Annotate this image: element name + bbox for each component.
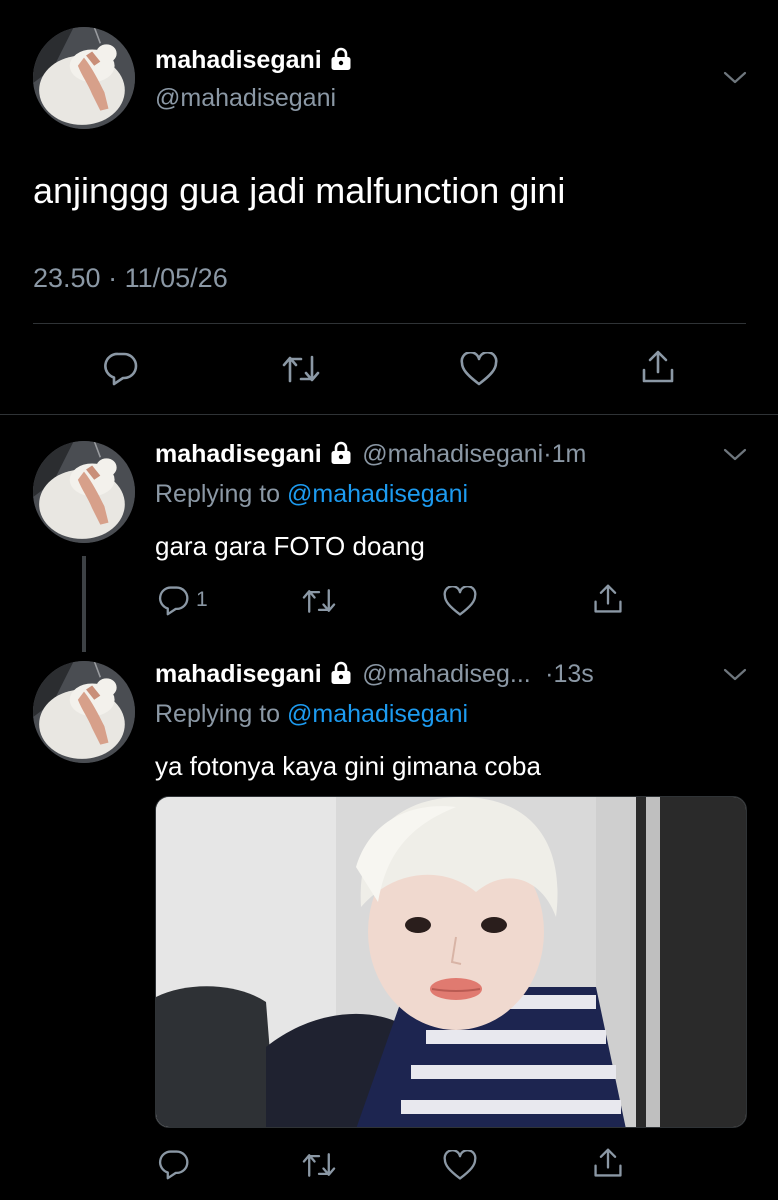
retweet-icon[interactable] bbox=[301, 585, 337, 617]
avatar[interactable] bbox=[33, 661, 135, 763]
reply-icon[interactable] bbox=[158, 1148, 190, 1180]
chevron-down-icon[interactable] bbox=[722, 447, 748, 463]
tweet-photo[interactable] bbox=[155, 796, 747, 1128]
mention-link[interactable]: @mahadisegani bbox=[287, 700, 468, 728]
timestamp-separator: · bbox=[108, 263, 118, 293]
reply-icon[interactable] bbox=[103, 350, 139, 386]
reply-header[interactable]: mahadisegani @mahadisegani·1m bbox=[155, 440, 586, 469]
replying-label: Replying to bbox=[155, 700, 281, 728]
chevron-down-icon[interactable] bbox=[722, 70, 748, 86]
time-separator: · bbox=[543, 440, 552, 468]
user-handle: @mahadiseg... bbox=[362, 660, 531, 688]
tweet-time: 23.50 bbox=[33, 263, 101, 293]
reply-text: ya fotonya kaya gini gimana coba bbox=[155, 751, 541, 781]
share-icon[interactable] bbox=[640, 348, 676, 386]
avatar-image bbox=[33, 661, 135, 763]
time-separator: · bbox=[545, 660, 554, 688]
lock-icon bbox=[330, 441, 352, 465]
tweet-timestamp[interactable]: 23.50 · 11/05/26 bbox=[33, 263, 228, 294]
share-icon[interactable] bbox=[592, 1146, 624, 1180]
lock-icon bbox=[330, 47, 352, 71]
reply-button[interactable]: 1 bbox=[158, 584, 208, 616]
retweet-icon[interactable] bbox=[301, 1149, 337, 1181]
share-icon[interactable] bbox=[592, 582, 624, 616]
like-icon[interactable] bbox=[442, 586, 478, 618]
tweet-text: anjinggg gua jadi malfunction gini bbox=[33, 170, 566, 211]
photo-image bbox=[156, 797, 747, 1128]
chevron-down-icon[interactable] bbox=[722, 667, 748, 683]
display-name-text: mahadisegani bbox=[155, 46, 322, 74]
display-name[interactable]: mahadisegani bbox=[155, 46, 352, 75]
display-name-text: mahadisegani bbox=[155, 440, 322, 468]
divider bbox=[0, 414, 778, 415]
reply-count: 1 bbox=[196, 588, 208, 611]
like-icon[interactable] bbox=[442, 1150, 478, 1182]
avatar[interactable] bbox=[33, 27, 135, 129]
reply-icon bbox=[158, 584, 190, 616]
like-icon[interactable] bbox=[459, 352, 499, 388]
retweet-icon[interactable] bbox=[281, 351, 321, 387]
reply-header[interactable]: mahadisegani @mahadiseg... ·13s bbox=[155, 660, 594, 689]
time-ago: 1m bbox=[551, 440, 587, 468]
avatar[interactable] bbox=[33, 441, 135, 543]
user-handle: @mahadisegani bbox=[362, 440, 544, 468]
mention-link[interactable]: @mahadisegani bbox=[287, 480, 468, 508]
replying-label: Replying to bbox=[155, 480, 281, 508]
tweet-date: 11/05/26 bbox=[124, 263, 228, 293]
avatar-image bbox=[33, 27, 135, 129]
time-ago: 13s bbox=[553, 660, 594, 688]
replying-to: Replying to @mahadisegani bbox=[155, 700, 468, 729]
lock-icon bbox=[330, 661, 352, 685]
display-name-text: mahadisegani bbox=[155, 660, 322, 688]
divider bbox=[33, 323, 746, 324]
replying-to: Replying to @mahadisegani bbox=[155, 480, 468, 509]
thread-line bbox=[82, 556, 86, 652]
reply-text: gara gara FOTO doang bbox=[155, 531, 425, 561]
user-handle[interactable]: @mahadisegani bbox=[155, 84, 336, 113]
avatar-image bbox=[33, 441, 135, 543]
